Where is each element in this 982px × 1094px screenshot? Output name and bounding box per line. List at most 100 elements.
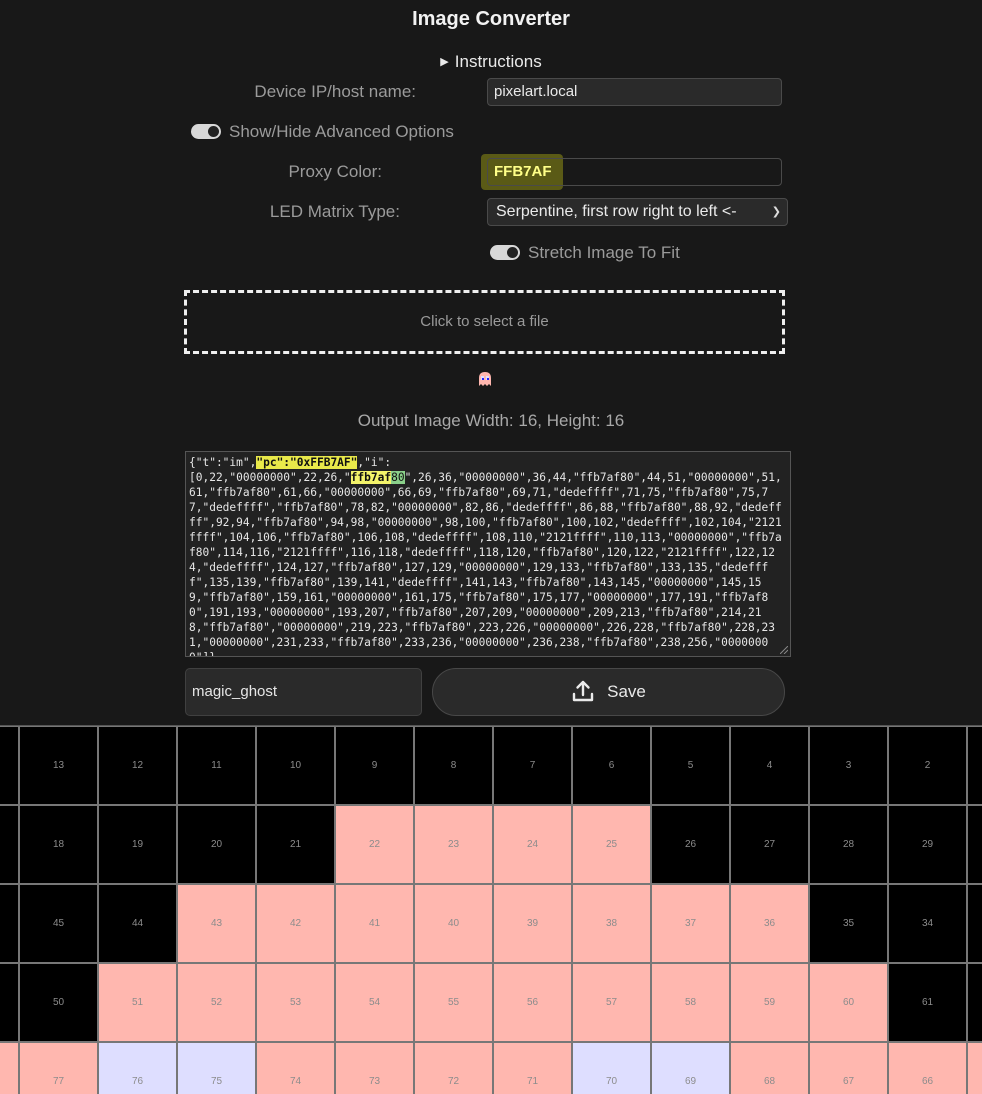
led-cell[interactable]: 67 xyxy=(809,1042,888,1094)
led-cell[interactable]: 35 xyxy=(809,884,888,963)
filename-input[interactable]: magic_ghost xyxy=(185,668,422,716)
led-cell-number: 75 xyxy=(210,1076,223,1087)
led-cell-number: 28 xyxy=(842,839,855,850)
advanced-options-toggle[interactable] xyxy=(191,124,221,139)
led-cell-number: 29 xyxy=(921,839,934,850)
led-cell[interactable]: 71 xyxy=(493,1042,572,1094)
led-cell[interactable]: 75 xyxy=(177,1042,256,1094)
led-cell[interactable]: 66 xyxy=(888,1042,967,1094)
led-cell[interactable]: 60 xyxy=(809,963,888,1042)
led-cell[interactable]: 45 xyxy=(19,884,98,963)
led-cell[interactable]: 8 xyxy=(414,726,493,805)
led-cell[interactable]: 34 xyxy=(888,884,967,963)
led-cell[interactable]: 41 xyxy=(335,884,414,963)
led-matrix-type-select[interactable]: Serpentine, first row right to left <- ❯ xyxy=(487,198,788,226)
led-cell[interactable]: 11 xyxy=(177,726,256,805)
led-cell[interactable]: 12 xyxy=(98,726,177,805)
led-cell[interactable]: 4 xyxy=(730,726,809,805)
resize-handle-icon[interactable] xyxy=(780,646,788,654)
led-cell[interactable]: 61 xyxy=(888,963,967,1042)
led-cell-number: 6 xyxy=(608,760,615,771)
led-cell[interactable]: 72 xyxy=(414,1042,493,1094)
save-button[interactable]: Save xyxy=(432,668,785,716)
device-host-input[interactable]: pixelart.local xyxy=(487,78,782,106)
led-cell[interactable]: 56 xyxy=(493,963,572,1042)
led-cell[interactable]: 20 xyxy=(177,805,256,884)
led-cell[interactable]: 36 xyxy=(730,884,809,963)
led-cell[interactable]: 13 xyxy=(19,726,98,805)
led-cell[interactable]: 44 xyxy=(98,884,177,963)
led-cell[interactable]: 42 xyxy=(256,884,335,963)
led-cell[interactable]: 70 xyxy=(572,1042,651,1094)
led-cell[interactable]: 77 xyxy=(19,1042,98,1094)
led-cell-edge[interactable] xyxy=(0,805,19,884)
led-cell[interactable]: 9 xyxy=(335,726,414,805)
led-cell[interactable]: 29 xyxy=(888,805,967,884)
led-cell[interactable]: 43 xyxy=(177,884,256,963)
led-cell[interactable]: 53 xyxy=(256,963,335,1042)
led-cell-edge[interactable] xyxy=(0,1042,19,1094)
led-cell[interactable]: 40 xyxy=(414,884,493,963)
led-cell[interactable]: 50 xyxy=(19,963,98,1042)
led-cell-edge[interactable] xyxy=(967,884,982,963)
led-cell[interactable]: 28 xyxy=(809,805,888,884)
led-cell[interactable]: 25 xyxy=(572,805,651,884)
led-cell[interactable]: 7 xyxy=(493,726,572,805)
json-output-textarea[interactable]: {"t":"im","pc":"0xFFB7AF","i": [0,22,"00… xyxy=(185,451,791,657)
led-cell[interactable]: 74 xyxy=(256,1042,335,1094)
advanced-options-toggle-row[interactable]: Show/Hide Advanced Options xyxy=(191,122,471,144)
led-cell[interactable]: 10 xyxy=(256,726,335,805)
led-cell[interactable]: 26 xyxy=(651,805,730,884)
led-cell[interactable]: 27 xyxy=(730,805,809,884)
led-cell[interactable]: 54 xyxy=(335,963,414,1042)
led-cell[interactable]: 22 xyxy=(335,805,414,884)
proxy-color-input[interactable]: FFB7AF xyxy=(487,158,782,186)
instructions-toggle[interactable]: ▶ Instructions xyxy=(0,52,982,72)
led-cell[interactable]: 68 xyxy=(730,1042,809,1094)
led-cell[interactable]: 55 xyxy=(414,963,493,1042)
led-matrix-grid: 13 12 11 10 9 8 7 6 5 4 3 2 18 19 20 21 22 23 24 25 26 27 28 29… xyxy=(0,725,982,1094)
led-cell[interactable]: 5 xyxy=(651,726,730,805)
led-cell[interactable]: 6 xyxy=(572,726,651,805)
led-cell-edge[interactable] xyxy=(0,726,19,805)
led-cell-edge[interactable] xyxy=(967,963,982,1042)
led-cell-number: 13 xyxy=(52,760,65,771)
led-cell[interactable]: 18 xyxy=(19,805,98,884)
led-cell-edge[interactable] xyxy=(0,884,19,963)
led-cell[interactable]: 24 xyxy=(493,805,572,884)
led-cell-number: 73 xyxy=(368,1076,381,1087)
led-cell[interactable]: 59 xyxy=(730,963,809,1042)
led-cell-edge[interactable] xyxy=(967,1042,982,1094)
led-cell-edge[interactable] xyxy=(967,805,982,884)
led-cell[interactable]: 51 xyxy=(98,963,177,1042)
output-dimensions: Output Image Width: 16, Height: 16 xyxy=(357,411,625,430)
led-cell[interactable]: 57 xyxy=(572,963,651,1042)
led-cell[interactable]: 19 xyxy=(98,805,177,884)
led-cell[interactable]: 58 xyxy=(651,963,730,1042)
stretch-image-toggle[interactable] xyxy=(490,245,520,260)
led-cell-number: 72 xyxy=(447,1076,460,1087)
led-cell-number: 26 xyxy=(684,839,697,850)
led-cell-number: 59 xyxy=(763,997,776,1008)
led-cell-edge[interactable] xyxy=(0,963,19,1042)
led-cell-number: 74 xyxy=(289,1076,302,1087)
led-cell-number: 38 xyxy=(605,918,618,929)
led-cell[interactable]: 76 xyxy=(98,1042,177,1094)
led-cell[interactable]: 3 xyxy=(809,726,888,805)
stretch-toggle-row[interactable]: Stretch Image To Fit xyxy=(490,243,730,265)
led-cell[interactable]: 37 xyxy=(651,884,730,963)
led-cell[interactable]: 2 xyxy=(888,726,967,805)
led-cell[interactable]: 23 xyxy=(414,805,493,884)
led-cell[interactable]: 69 xyxy=(651,1042,730,1094)
led-cell[interactable]: 73 xyxy=(335,1042,414,1094)
led-cell-edge[interactable] xyxy=(967,726,982,805)
led-cell[interactable]: 39 xyxy=(493,884,572,963)
led-cell-number: 25 xyxy=(605,839,618,850)
led-cell[interactable]: 52 xyxy=(177,963,256,1042)
file-dropzone[interactable]: Click to select a file xyxy=(184,290,785,354)
led-cell[interactable]: 21 xyxy=(256,805,335,884)
led-matrix-type-value: Serpentine, first row right to left <- xyxy=(496,203,737,220)
led-cell-number: 67 xyxy=(842,1076,855,1087)
led-cell[interactable]: 38 xyxy=(572,884,651,963)
device-label: Device IP/host name: xyxy=(254,82,416,101)
